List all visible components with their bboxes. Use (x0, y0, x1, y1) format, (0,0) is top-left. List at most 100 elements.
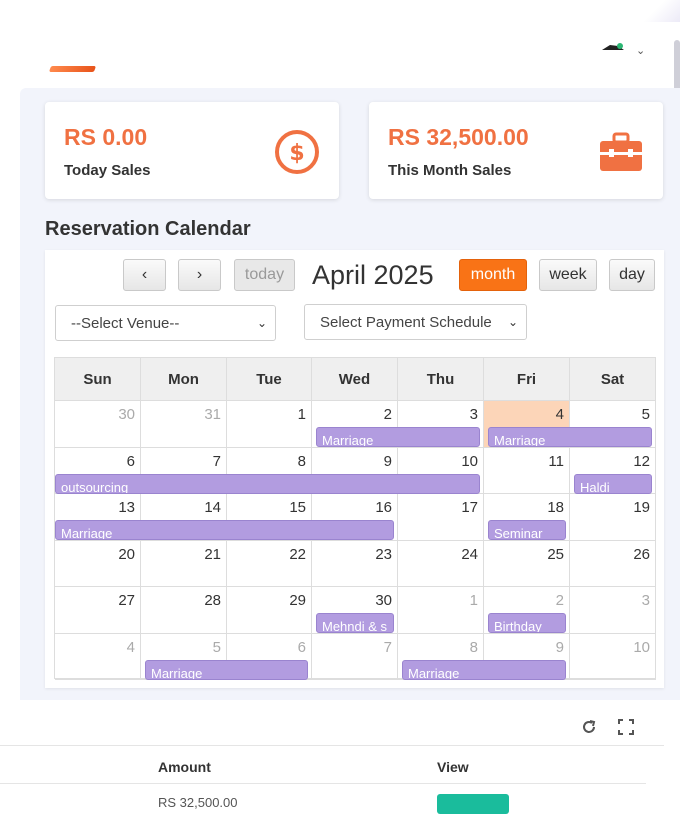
bookings-card (0, 702, 664, 805)
calendar-day[interactable]: 7 (312, 633, 398, 680)
calendar-day[interactable]: 1 (227, 401, 312, 448)
calendar-day[interactable]: 23 (312, 540, 398, 587)
day-number: 1 (297, 406, 306, 423)
calendar-event[interactable]: Marriage (55, 520, 394, 540)
month-sales-amount: RS 32,500.00 (388, 124, 529, 150)
calendar-day[interactable]: 26 (570, 540, 656, 587)
day-view-button[interactable]: day (609, 259, 655, 291)
calendar-day[interactable]: 17 (398, 494, 484, 541)
day-number: 3 (641, 592, 650, 609)
day-number: 30 (375, 592, 392, 609)
day-number: 25 (547, 545, 564, 563)
month-sales-card: RS 32,500.00 This Month Sales (369, 102, 663, 199)
calendar-event[interactable]: outsourcing (55, 473, 480, 494)
calendar-day[interactable]: 1 (398, 587, 484, 634)
prev-month-button[interactable]: ‹ (123, 259, 166, 291)
calendar-day[interactable]: 29 (227, 587, 312, 634)
day-number: 24 (461, 545, 478, 563)
corner-shade (640, 0, 680, 22)
calendar-day[interactable]: 19 (570, 494, 656, 541)
weekday-header: Sun Mon Tue Wed Thu Fri Sat (55, 358, 656, 401)
brand-logo[interactable] (48, 66, 97, 72)
calendar-title: April 2025 (312, 260, 434, 290)
month-view-button[interactable]: month (459, 259, 527, 291)
user-avatar-icon[interactable] (600, 40, 626, 54)
section-title: Reservation Calendar (45, 218, 251, 240)
day-number: 18 (547, 499, 564, 516)
today-button[interactable]: today (234, 259, 295, 291)
chevron-down-icon[interactable]: ⌄ (636, 44, 648, 57)
fullscreen-icon[interactable] (617, 718, 635, 736)
day-number: 5 (641, 406, 650, 423)
today-sales-amount: RS 0.00 (64, 124, 148, 150)
divider (0, 745, 664, 746)
calendar-day[interactable]: 22 (227, 540, 312, 587)
day-number: 31 (204, 406, 221, 423)
day-number: 22 (289, 545, 306, 563)
calendar-day[interactable]: 4 (55, 633, 141, 680)
venue-select[interactable]: --Select Venue-- ⌄ (55, 305, 276, 341)
weekday-sat: Sat (570, 358, 656, 401)
calendar-event[interactable]: Birthday (488, 613, 566, 633)
dollar-circle-icon: $ (275, 130, 319, 174)
calendar-day[interactable]: 20 (55, 540, 141, 587)
day-number: 2 (555, 592, 564, 609)
chevron-down-icon: ⌄ (256, 316, 267, 330)
day-number: 1 (469, 592, 478, 609)
calendar-grid: Sun Mon Tue Wed Thu Fri Sat 30 31 1 2 3 4 5 6 7 8 9 10 11 1… (54, 357, 656, 680)
weekday-sun: Sun (55, 358, 141, 401)
calendar-event[interactable]: Seminar (488, 520, 566, 540)
chevron-down-icon: ⌄ (507, 315, 518, 329)
view-button[interactable] (437, 794, 509, 814)
divider (0, 783, 646, 784)
day-number: 10 (633, 638, 650, 656)
briefcase-icon (600, 132, 642, 171)
calendar-day[interactable]: 31 (141, 401, 227, 448)
day-number: 9 (383, 452, 392, 470)
day-number: 26 (633, 545, 650, 563)
weekday-mon: Mon (141, 358, 227, 401)
calendar-day[interactable]: 3 (570, 587, 656, 634)
weekday-wed: Wed (312, 358, 398, 401)
calendar-day[interactable]: 24 (398, 540, 484, 587)
day-number: 7 (383, 638, 392, 656)
day-number: 29 (289, 592, 306, 609)
day-number: 11 (548, 452, 564, 470)
calendar-day[interactable]: 21 (141, 540, 227, 587)
day-number: 13 (118, 499, 135, 516)
day-number: 8 (469, 638, 478, 656)
day-number: 8 (297, 452, 306, 470)
day-number: 17 (461, 499, 478, 516)
refresh-icon[interactable] (580, 718, 598, 736)
column-header-view: View (437, 759, 469, 775)
calendar-day[interactable]: 27 (55, 587, 141, 634)
calendar-event[interactable]: Marriage (145, 659, 308, 680)
calendar-event[interactable]: Marriage (316, 427, 480, 447)
day-number: 30 (118, 406, 135, 423)
calendar-event[interactable]: Marriage (402, 659, 566, 680)
day-number: 5 (212, 638, 221, 656)
calendar-event[interactable]: Marriage (488, 427, 652, 447)
day-number: 7 (212, 452, 221, 470)
svg-text:$: $ (289, 141, 304, 166)
calendar-day[interactable]: 10 (570, 633, 656, 680)
day-number: 19 (633, 499, 650, 516)
day-number: 28 (204, 592, 221, 609)
calendar-day[interactable]: 30 (55, 401, 141, 448)
calendar-day[interactable]: 28 (141, 587, 227, 634)
weekday-tue: Tue (227, 358, 312, 401)
day-number: 10 (461, 452, 478, 470)
day-number: 6 (297, 638, 306, 656)
day-number: 12 (633, 452, 650, 470)
payment-schedule-select[interactable]: Select Payment Schedule ⌄ (304, 304, 527, 340)
week-view-button[interactable]: week (539, 259, 597, 291)
calendar-day[interactable]: 25 (484, 540, 570, 587)
calendar-event[interactable]: Mehndi & s (316, 613, 394, 633)
next-month-button[interactable]: › (178, 259, 221, 291)
calendar-day[interactable]: 11 (484, 447, 570, 494)
day-number: 20 (118, 545, 135, 563)
day-number: 21 (204, 545, 221, 563)
today-sales-card: RS 0.00 Today Sales $ (45, 102, 339, 199)
day-number: 16 (375, 499, 392, 516)
calendar-event[interactable]: Haldi (574, 473, 652, 494)
